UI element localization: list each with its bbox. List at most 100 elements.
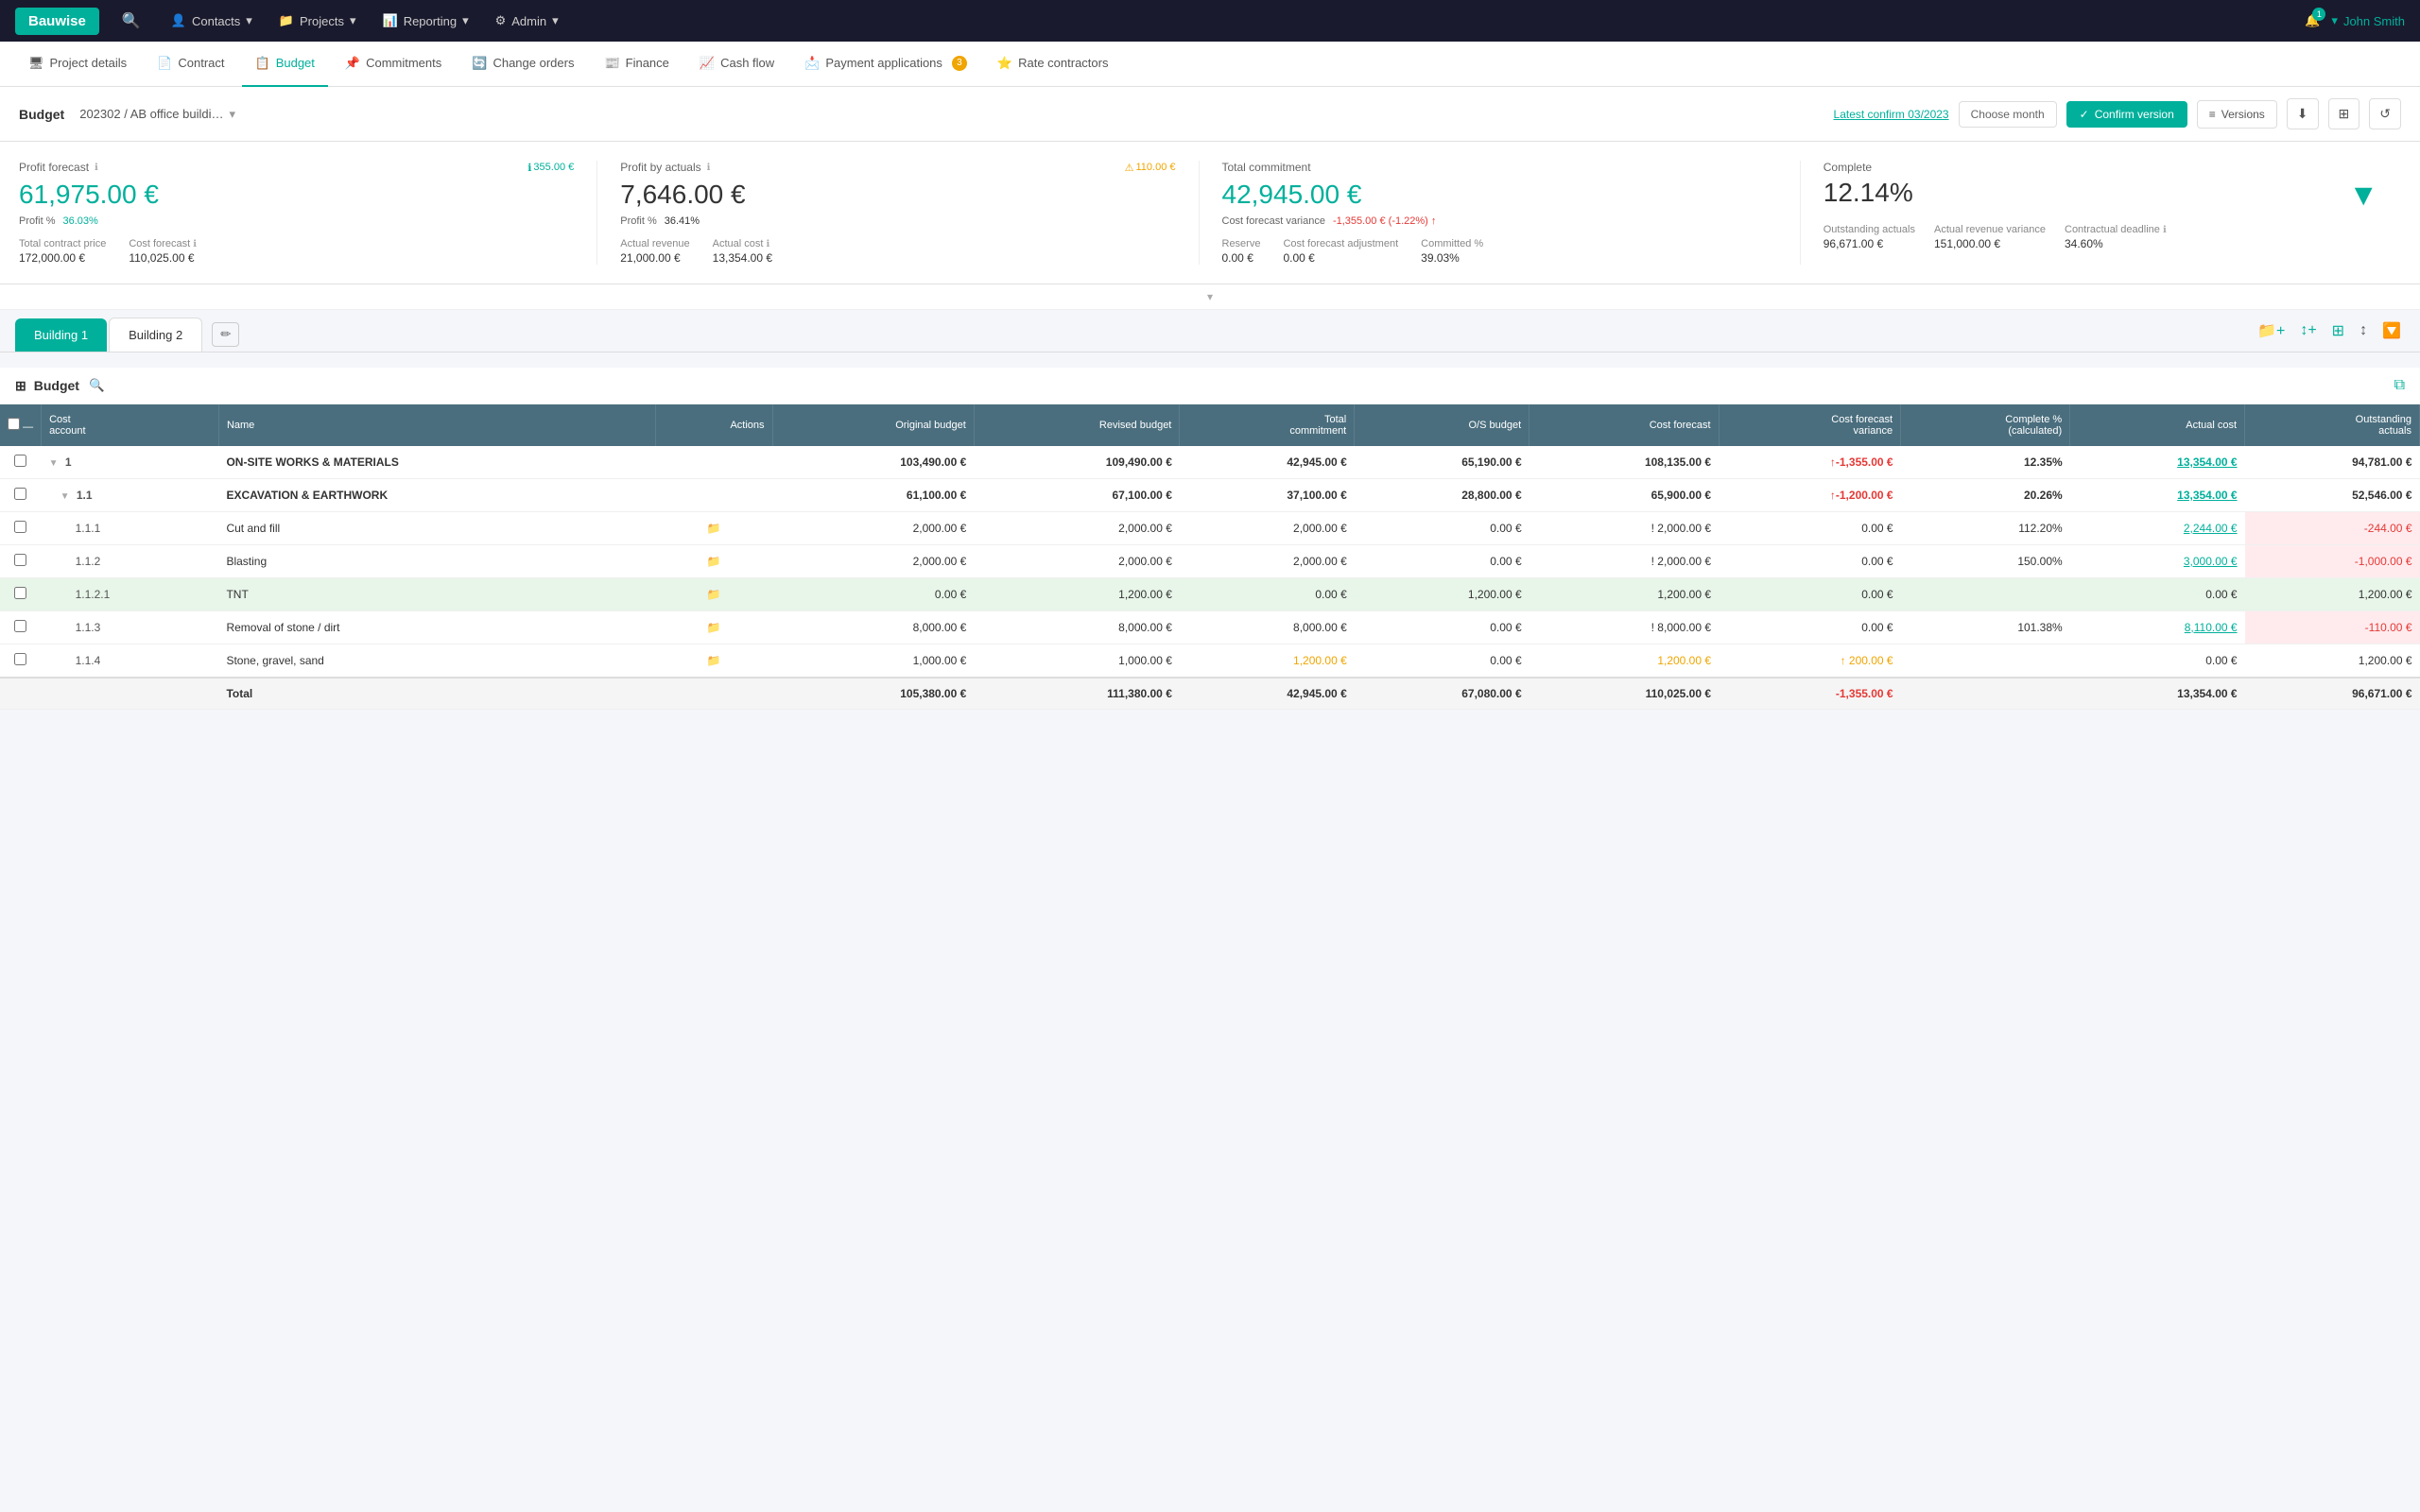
original-budget-header: Original budget: [772, 404, 974, 446]
latest-confirm-link[interactable]: Latest confirm 03/2023: [1834, 108, 1949, 121]
download-button[interactable]: ⬇: [2287, 98, 2319, 129]
confirm-version-button[interactable]: ✓ Confirm version: [2066, 101, 2187, 128]
table-row: 1.1.3 Removal of stone / dirt 📁 8,000.00…: [0, 611, 2420, 644]
chevron-down-icon[interactable]: ▾: [229, 107, 235, 122]
actual-cost-cell[interactable]: 13,354.00 €: [2070, 446, 2245, 479]
nav-contacts[interactable]: 👤 Contacts ▾: [160, 8, 264, 34]
expand-icon[interactable]: ▼: [49, 458, 59, 469]
table-header: — Costaccount Name Actions Original budg…: [0, 404, 2420, 446]
actual-cost-header: Actual cost: [2070, 404, 2245, 446]
sort-button[interactable]: ↕: [2356, 318, 2371, 343]
subnav-commitments[interactable]: 📌 Commitments: [332, 42, 455, 87]
actual-cost-cell[interactable]: 2,244.00 €: [2070, 512, 2245, 545]
committed-pct-value: 39.03%: [1421, 251, 1483, 265]
versions-button[interactable]: ≡ Versions: [2197, 100, 2277, 129]
folder-action-icon[interactable]: 📁: [707, 621, 721, 634]
actual-cost-cell[interactable]: 13,354.00 €: [2070, 479, 2245, 512]
actual-cost-cell[interactable]: 3,000.00 €: [2070, 545, 2245, 578]
cost-forecast-variance-label: Cost forecast variance: [1222, 215, 1325, 227]
subnav-contract[interactable]: 📄 Contract: [144, 42, 237, 87]
table-search-button[interactable]: 🔍: [89, 378, 105, 393]
actions-cell: [655, 446, 772, 479]
complete-value: 12.14%: [1824, 178, 1913, 208]
actions-header: Actions: [655, 404, 772, 446]
row-checkbox[interactable]: [14, 620, 26, 632]
subnav-project-details[interactable]: 🖥 Project details: [15, 42, 140, 87]
choose-month-button[interactable]: Choose month: [1959, 101, 2057, 128]
original-budget-cell: 61,100.00 €: [772, 479, 974, 512]
cost-forecast-header: Cost forecast: [1530, 404, 1719, 446]
total-revised-budget: 111,380.00 €: [974, 678, 1180, 710]
cost-forecast-info-icon[interactable]: ℹ: [193, 239, 197, 249]
building-tabs: Building 1 Building 2 ✏ 📁+ ↕+ ⊞ ↕ 🔽: [0, 310, 2420, 352]
actions-cell: 📁: [655, 644, 772, 679]
cost-account-cell: 1.1.1: [42, 512, 219, 545]
grid-view-button[interactable]: ⊞: [2328, 98, 2360, 129]
search-icon[interactable]: 🔍: [122, 11, 141, 30]
row-checkbox[interactable]: [14, 521, 26, 533]
original-budget-cell: 8,000.00 €: [772, 611, 974, 644]
folder-action-icon[interactable]: 📁: [707, 522, 721, 535]
row-checkbox[interactable]: [14, 587, 26, 599]
cost-forecast-variance-cell: 0.00 €: [1719, 512, 1901, 545]
nav-projects[interactable]: 📁 Projects ▾: [268, 8, 368, 34]
complete-pct-cell: 101.38%: [1901, 611, 2070, 644]
collapse-button[interactable]: ▾: [0, 284, 2420, 310]
subnav-change-orders[interactable]: 🔄 Change orders: [458, 42, 587, 87]
profit-actuals-badge: ⚠ 110.00 €: [1125, 162, 1176, 174]
folder-action-icon[interactable]: 📁: [707, 555, 721, 568]
filter-button[interactable]: 🔽: [2378, 318, 2405, 344]
total-outstanding: 96,671.00 €: [2245, 678, 2420, 710]
subnav-payment-applications[interactable]: 📩 Payment applications 3: [791, 42, 980, 87]
complete-pct-cell: [1901, 578, 2070, 611]
revised-budget-cell: 1,000.00 €: [974, 644, 1180, 679]
subnav-budget[interactable]: 📋 Budget: [242, 42, 328, 87]
total-commitment-cell: 2,000.00 €: [1180, 545, 1355, 578]
table-copy-button[interactable]: ⧉: [2394, 377, 2405, 394]
subnav-finance[interactable]: 📰 Finance: [591, 42, 682, 87]
row-checkbox[interactable]: [14, 653, 26, 665]
total-cost-forecast: 110,025.00 €: [1530, 678, 1719, 710]
folder-add-button[interactable]: 📁+: [2254, 318, 2289, 344]
actual-cost-value: 13,354.00 €: [713, 251, 772, 265]
row-checkbox[interactable]: [14, 488, 26, 500]
profit-actuals-pct-label: Profit %: [620, 215, 657, 227]
row-checkbox[interactable]: [14, 455, 26, 467]
profit-actuals-info-icon[interactable]: ℹ: [707, 163, 711, 173]
cost-forecast-cell: ! 2,000.00 €: [1530, 512, 1719, 545]
folder-action-icon[interactable]: 📁: [707, 588, 721, 601]
tab-edit-button[interactable]: ✏: [212, 322, 239, 347]
profit-actuals-card: Profit by actuals ℹ ⚠ 110.00 € 7,646.00 …: [597, 161, 1199, 265]
tab-building-1[interactable]: Building 1: [15, 318, 107, 352]
cost-account-header: Costaccount: [42, 404, 219, 446]
history-button[interactable]: ↺: [2369, 98, 2401, 129]
nav-reporting[interactable]: 📊 Reporting ▾: [372, 8, 480, 34]
deadline-info-icon[interactable]: ℹ: [2163, 225, 2167, 235]
expand-icon[interactable]: ▼: [60, 491, 70, 502]
cost-adjustment-label: Cost forecast adjustment: [1283, 238, 1398, 249]
subnav-cash-flow[interactable]: 📈 Cash flow: [686, 42, 787, 87]
row-add-button[interactable]: ↕+: [2296, 318, 2320, 343]
nav-admin[interactable]: ⚙ Admin ▾: [484, 8, 570, 34]
revised-budget-cell: 109,490.00 €: [974, 446, 1180, 479]
breadcrumb: 202302 / AB office buildi… ▾: [79, 107, 235, 122]
top-navigation: Bauwise 🔍 👤 Contacts ▾ 📁 Projects ▾ 📊 Re…: [0, 0, 2420, 42]
profit-forecast-info-icon[interactable]: ℹ: [95, 163, 98, 173]
actual-cost-cell[interactable]: 8,110.00 €: [2070, 611, 2245, 644]
name-cell: TNT: [218, 578, 655, 611]
actual-cost-info-icon[interactable]: ℹ: [767, 239, 770, 249]
cost-forecast-cell: 1,200.00 €: [1530, 578, 1719, 611]
brand-logo[interactable]: Bauwise: [15, 8, 99, 35]
folder-action-icon[interactable]: 📁: [707, 654, 721, 667]
name-cell: Removal of stone / dirt: [218, 611, 655, 644]
profit-forecast-value: 61,975.00 €: [19, 180, 574, 210]
revised-budget-cell: 8,000.00 €: [974, 611, 1180, 644]
select-all-header: —: [0, 404, 42, 446]
subnav-rate-contractors[interactable]: ⭐ Rate contractors: [984, 42, 1122, 87]
notifications-bell[interactable]: 🔔 1: [2305, 13, 2320, 28]
user-menu[interactable]: ▾ John Smith: [2331, 13, 2405, 28]
columns-button[interactable]: ⊞: [2328, 318, 2348, 344]
row-checkbox[interactable]: [14, 554, 26, 566]
select-all-checkbox[interactable]: [8, 418, 20, 430]
tab-building-2[interactable]: Building 2: [109, 318, 202, 352]
